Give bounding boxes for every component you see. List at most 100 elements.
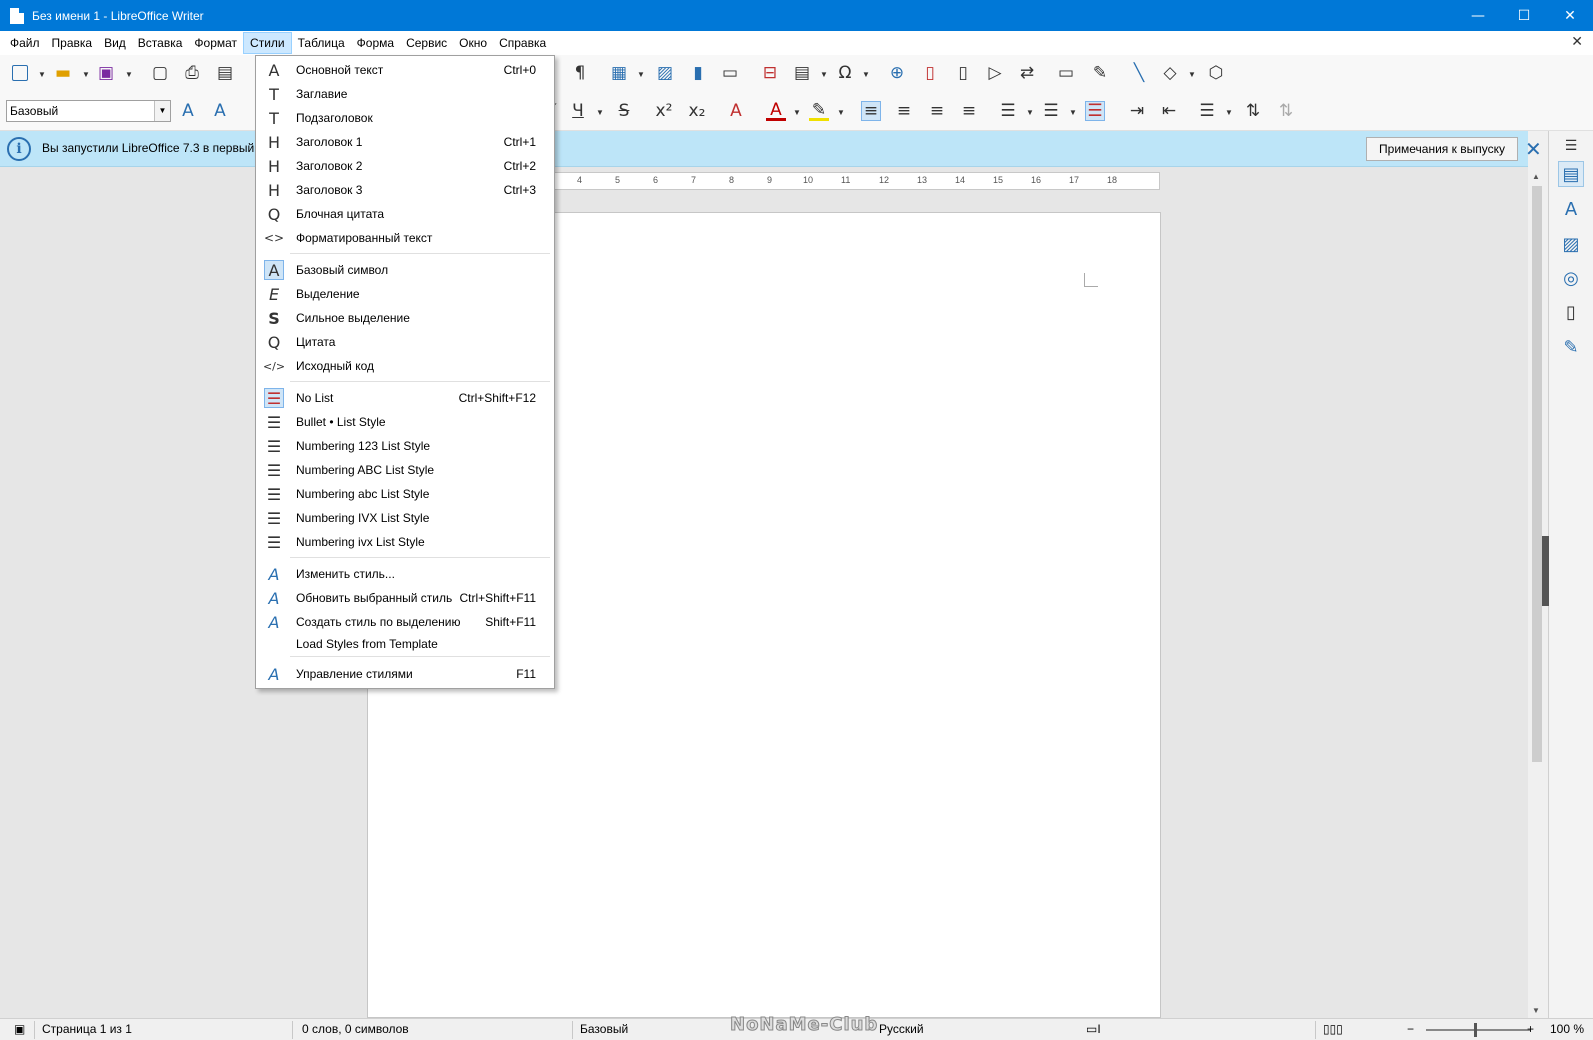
insert-table-icon[interactable]: ▦: [609, 63, 629, 83]
menu-help[interactable]: Справка: [493, 32, 552, 54]
minimize-button[interactable]: —: [1455, 0, 1501, 31]
scrollbar-thumb[interactable]: [1532, 186, 1542, 762]
special-character-icon[interactable]: Ω: [835, 63, 855, 83]
bullets-dropdown-icon[interactable]: ▼: [1026, 108, 1034, 117]
highlight-dropdown-icon[interactable]: ▼: [837, 108, 845, 117]
numbering-icon[interactable]: ☰: [1041, 101, 1061, 121]
menu-item-no-list[interactable]: ☰ No List Ctrl+Shift+F12: [258, 386, 552, 410]
menu-item-manage-styles[interactable]: A Управление стилями F11: [258, 662, 552, 686]
menu-item-bullet-list[interactable]: ☰ Bullet • List Style: [258, 410, 552, 434]
justify-icon[interactable]: ≡: [959, 101, 979, 121]
menu-item-new-style[interactable]: A Создать стиль по выделению Shift+F11: [258, 610, 552, 634]
menu-form[interactable]: Форма: [351, 32, 400, 54]
align-center-icon[interactable]: ≡: [894, 101, 914, 121]
word-count[interactable]: 0 слов, 0 символов: [302, 1022, 409, 1036]
decrease-spacing-icon[interactable]: ⇅: [1276, 101, 1296, 121]
manage-changes-icon[interactable]: ✎: [1558, 334, 1584, 360]
menu-item-heading-1[interactable]: H Заголовок 1 Ctrl+1: [258, 130, 552, 154]
menu-format[interactable]: Формат: [188, 32, 243, 54]
comment-icon[interactable]: ▭: [1056, 63, 1076, 83]
save-icon[interactable]: ▣: [96, 63, 116, 83]
font-color-dropdown-icon[interactable]: ▼: [793, 108, 801, 117]
decrease-indent-icon[interactable]: ⇤: [1159, 101, 1179, 121]
navigator-icon[interactable]: ◎: [1558, 265, 1584, 291]
sidebar-menu-icon[interactable]: ☰: [1558, 133, 1584, 159]
sidebar-collapse-handle[interactable]: [1542, 536, 1549, 606]
menu-window[interactable]: Окно: [453, 32, 493, 54]
line-spacing-dropdown-icon[interactable]: ▼: [1225, 108, 1233, 117]
menu-item-heading-3[interactable]: H Заголовок 3 Ctrl+3: [258, 178, 552, 202]
new-dropdown-icon[interactable]: ▼: [38, 70, 46, 79]
release-notes-button[interactable]: Примечания к выпуску: [1366, 137, 1518, 161]
paragraph-style-combo[interactable]: Базовый ▼: [6, 100, 171, 122]
align-right-icon[interactable]: ≡: [927, 101, 947, 121]
open-folder-icon[interactable]: ▬: [53, 63, 73, 83]
menu-item-heading-2[interactable]: H Заголовок 2 Ctrl+2: [258, 154, 552, 178]
formatting-marks-icon[interactable]: ¶: [570, 63, 590, 83]
save-dropdown-icon[interactable]: ▼: [125, 70, 133, 79]
track-changes-icon[interactable]: ✎: [1090, 63, 1110, 83]
page-icon[interactable]: ▯: [1558, 299, 1584, 325]
zoom-out-icon[interactable]: −: [1407, 1022, 1414, 1036]
new-style-icon[interactable]: A: [210, 101, 230, 121]
field-dropdown-icon[interactable]: ▼: [820, 70, 828, 79]
zoom-slider[interactable]: [1426, 1029, 1531, 1031]
line-spacing-icon[interactable]: ☰: [1197, 101, 1217, 121]
page-count[interactable]: Страница 1 из 1: [42, 1022, 132, 1036]
document-modified-icon[interactable]: ▣: [14, 1022, 25, 1036]
menu-item-preformatted-text[interactable]: <> Форматированный текст: [258, 226, 552, 250]
open-dropdown-icon[interactable]: ▼: [82, 70, 90, 79]
maximize-button[interactable]: ☐: [1501, 0, 1547, 31]
menu-item-default-character[interactable]: A Базовый символ: [258, 258, 552, 282]
menu-item-update-style[interactable]: A Обновить выбранный стиль Ctrl+Shift+F1…: [258, 586, 552, 610]
menu-item-title[interactable]: T Заглавие: [258, 82, 552, 106]
bookmark-icon[interactable]: ▷: [985, 63, 1005, 83]
print-icon[interactable]: ⎙: [182, 63, 202, 83]
chevron-down-icon[interactable]: ▼: [154, 101, 170, 121]
print-preview-icon[interactable]: ▤: [215, 63, 235, 83]
underline-dropdown-icon[interactable]: ▼: [596, 108, 604, 117]
superscript-icon[interactable]: x²: [654, 101, 674, 121]
subscript-icon[interactable]: x₂: [687, 101, 707, 121]
menu-item-emphasis[interactable]: E Выделение: [258, 282, 552, 306]
menu-item-edit-style[interactable]: A Изменить стиль...: [258, 562, 552, 586]
font-color-icon[interactable]: A: [766, 100, 786, 121]
footnote-icon[interactable]: ▯: [920, 63, 940, 83]
menu-item-quotation[interactable]: Q Цитата: [258, 330, 552, 354]
menu-tools[interactable]: Сервис: [400, 32, 453, 54]
insert-textbox-icon[interactable]: ▭: [720, 63, 740, 83]
page-style[interactable]: Базовый: [580, 1022, 628, 1036]
menu-item-strong-emphasis[interactable]: S Сильное выделение: [258, 306, 552, 330]
view-layout-icon[interactable]: ▯▯▯: [1323, 1022, 1343, 1036]
shapes-dropdown-icon[interactable]: ▼: [1188, 70, 1196, 79]
align-left-icon[interactable]: ≡: [861, 101, 881, 121]
numbering-dropdown-icon[interactable]: ▼: [1069, 108, 1077, 117]
insert-image-icon[interactable]: ▨: [655, 63, 675, 83]
menu-item-numbering-abc-lower[interactable]: ☰ Numbering abc List Style: [258, 482, 552, 506]
menu-item-subtitle[interactable]: T Подзаголовок: [258, 106, 552, 130]
menu-item-block-quote[interactable]: Q Блочная цитата: [258, 202, 552, 226]
menu-item-source-text[interactable]: </> Исходный код: [258, 354, 552, 378]
menu-styles[interactable]: Стили: [243, 32, 292, 54]
menu-item-body-text[interactable]: A Основной текст Ctrl+0: [258, 58, 552, 82]
endnote-icon[interactable]: ▯: [953, 63, 973, 83]
zoom-in-icon[interactable]: +: [1527, 1022, 1534, 1036]
insert-chart-icon[interactable]: ▮: [688, 63, 708, 83]
properties-icon[interactable]: ▤: [1558, 161, 1584, 187]
increase-indent-icon[interactable]: ⇥: [1127, 101, 1147, 121]
insert-line-icon[interactable]: ╲: [1129, 63, 1149, 83]
update-style-icon[interactable]: A: [178, 101, 198, 121]
menu-table[interactable]: Таблица: [292, 32, 351, 54]
table-dropdown-icon[interactable]: ▼: [637, 70, 645, 79]
cross-reference-icon[interactable]: ⇄: [1017, 63, 1037, 83]
menu-item-numbering-123[interactable]: ☰ Numbering 123 List Style: [258, 434, 552, 458]
draw-functions-icon[interactable]: ⬡: [1206, 63, 1226, 83]
page-break-icon[interactable]: ⊟: [760, 63, 780, 83]
hyperlink-icon[interactable]: ⊕: [887, 63, 907, 83]
special-character-dropdown-icon[interactable]: ▼: [862, 70, 870, 79]
underline-icon[interactable]: Ч: [568, 101, 588, 121]
styles-icon[interactable]: A: [1558, 196, 1584, 222]
basic-shapes-icon[interactable]: ◇: [1160, 63, 1180, 83]
menu-insert[interactable]: Вставка: [132, 32, 189, 54]
gallery-icon[interactable]: ▨: [1558, 231, 1584, 257]
